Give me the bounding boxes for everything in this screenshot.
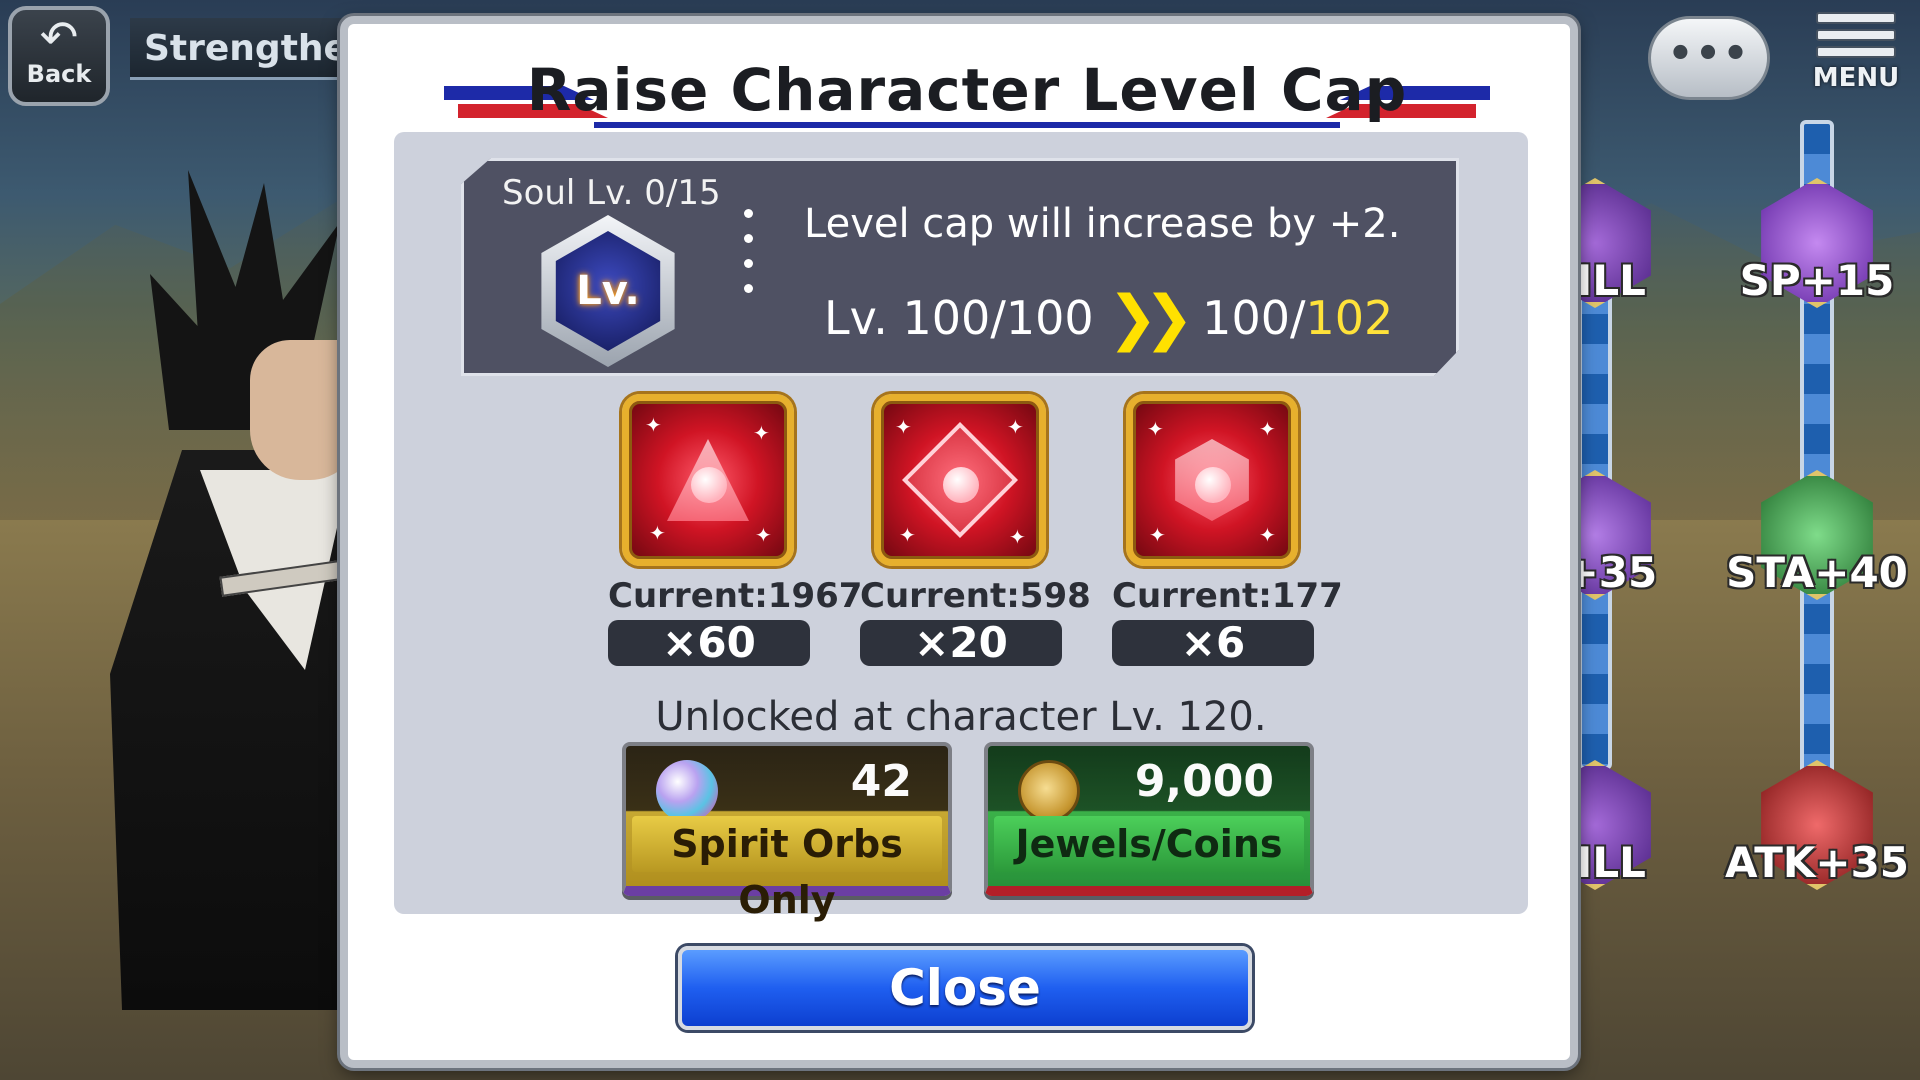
skill-node-label: ATK+35: [1724, 838, 1910, 887]
skill-node-label: STA+40: [1726, 548, 1908, 597]
spirit-orbs-cost: 42: [850, 756, 912, 807]
menu-button[interactable]: MENU: [1800, 6, 1912, 106]
cap-increase-message: Level cap will increase by +2.: [804, 201, 1401, 247]
material-required-quantity: ×6: [1112, 620, 1314, 666]
character-sprite: [110, 170, 391, 1050]
skill-node[interactable]: STA+40: [1726, 470, 1908, 620]
material-current-count: Current:598: [860, 576, 1091, 616]
red-diamond-crystal-icon[interactable]: ✦ ✦ ✦ ✦: [874, 394, 1046, 566]
material-item: ✦ ✦ ✦ ✦ Current:598 ×20: [860, 394, 1091, 666]
materials-list: ✦ ✦ ✦ ✦ Current:1967 ×60 ✦ ✦ ✦ ✦ Current…: [608, 394, 1343, 694]
dialog-title: Raise Character Level Cap: [526, 56, 1408, 124]
skill-node[interactable]: SP+15: [1740, 178, 1894, 328]
soul-level-label: Soul Lv. 0/15: [502, 173, 721, 213]
material-required-quantity: ×20: [860, 620, 1062, 666]
red-triangle-crystal-icon[interactable]: ✦ ✦ ✦ ✦: [622, 394, 794, 566]
material-item: ✦ ✦ ✦ ✦ Current:177 ×6: [1112, 394, 1343, 666]
double-chevron-right-icon: ❯❯: [1107, 283, 1194, 353]
skill-node-label: SP+15: [1739, 256, 1895, 305]
chat-bubble-icon: •••: [1667, 31, 1751, 77]
menu-label: MENU: [1812, 63, 1900, 93]
level-badge-icon: Lv.: [541, 215, 675, 367]
back-button[interactable]: ↶ Back: [8, 6, 110, 106]
spirit-orbs-button[interactable]: 42 Spirit Orbs Only: [622, 742, 952, 922]
chat-button[interactable]: •••: [1648, 16, 1770, 100]
level-badge-text: Lv.: [555, 231, 661, 351]
spirit-orbs-label: Spirit Orbs Only: [632, 816, 942, 922]
material-current-count: Current:1967: [608, 576, 863, 616]
separator-dots: [744, 209, 754, 309]
current-cap: Lv. 100/100: [824, 291, 1094, 345]
back-arrow-icon: ↶: [39, 10, 79, 64]
jewels-coins-button[interactable]: 9,000 Jewels/Coins: [984, 742, 1314, 896]
skill-node[interactable]: ATK+35: [1725, 760, 1909, 910]
close-button[interactable]: Close: [678, 946, 1252, 1030]
dialog-body: Soul Lv. 0/15 Lv. Level cap will increas…: [394, 132, 1528, 922]
screen-title: Strengthen: [130, 18, 374, 80]
unlock-requirement-text: Unlocked at character Lv. 120.: [655, 694, 1267, 740]
material-item: ✦ ✦ ✦ ✦ Current:1967 ×60: [608, 394, 863, 666]
new-cap-value: 102: [1305, 291, 1394, 345]
jewels-coins-cost: 9,000: [1134, 756, 1274, 807]
dialog-header: Raise Character Level Cap: [444, 42, 1490, 134]
material-required-quantity: ×60: [608, 620, 810, 666]
new-cap-prefix: 100/: [1202, 291, 1306, 345]
menu-icon: [1816, 12, 1896, 58]
cap-change-row: Lv. 100/100 ❯❯ 100/102: [824, 283, 1393, 353]
material-current-count: Current:177: [1112, 576, 1343, 616]
red-hexagon-crystal-icon[interactable]: ✦ ✦ ✦ ✦: [1126, 394, 1298, 566]
jewels-coins-label: Jewels/Coins: [994, 816, 1304, 872]
level-cap-dialog: Raise Character Level Cap Soul Lv. 0/15 …: [340, 16, 1578, 1068]
level-cap-info: Soul Lv. 0/15 Lv. Level cap will increas…: [461, 158, 1459, 376]
back-button-label: Back: [26, 60, 92, 88]
